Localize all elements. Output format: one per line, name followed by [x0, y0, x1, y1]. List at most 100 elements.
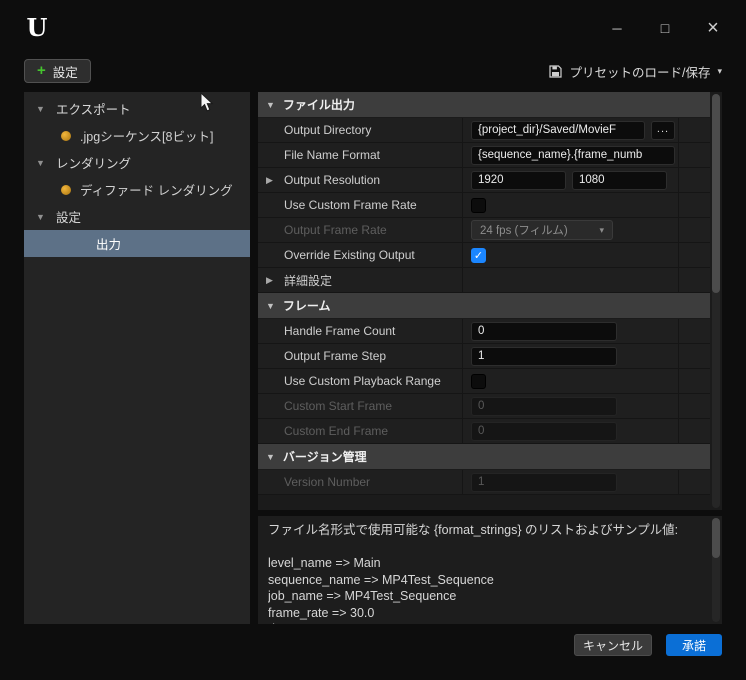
- setting-value: ✓: [462, 243, 678, 267]
- custom-end-frame-input[interactable]: [471, 421, 617, 441]
- custom-start-frame-input[interactable]: [471, 396, 617, 416]
- setting-label: Use Custom Frame Rate: [258, 193, 462, 217]
- enabled-toggle-icon[interactable]: [61, 184, 71, 195]
- info-line: sequence_name => MP4Test_Sequence: [268, 572, 494, 587]
- setting-label-text: Custom Start Frame: [284, 399, 393, 413]
- preset-label: プリセットのロード/保存: [569, 65, 711, 80]
- setting-value: [462, 470, 678, 494]
- save-icon: [549, 64, 563, 78]
- output-frame-rate-dropdown[interactable]: 24 fps (フィルム) ▾: [471, 220, 613, 240]
- triangle-right-icon[interactable]: ▶: [266, 175, 273, 186]
- file-name-format-input[interactable]: [471, 145, 675, 165]
- dropdown-value: 24 fps (フィルム): [480, 225, 568, 237]
- row-end-spacer: [678, 218, 710, 242]
- setting-label-text: 詳細設定: [284, 273, 333, 288]
- triangle-right-icon[interactable]: ▶: [266, 275, 273, 286]
- setting-label: Custom Start Frame: [258, 394, 462, 418]
- setting-label: Override Existing Output: [258, 243, 462, 267]
- preset-load-save-button[interactable]: プリセットのロード/保存 ▾: [549, 62, 722, 81]
- resolution-width-input[interactable]: [471, 170, 566, 190]
- row-end-spacer: [678, 243, 710, 267]
- enabled-toggle-icon[interactable]: [61, 130, 71, 141]
- setting-row-advanced[interactable]: ▶ 詳細設定: [258, 268, 710, 293]
- info-scrollbar[interactable]: [712, 518, 720, 622]
- close-button[interactable]: ×: [704, 18, 722, 38]
- movie-render-settings-window: U ─ □ × + 設定 プリセットのロード/保存 ▾ ▼ エクスポート .jp…: [0, 0, 746, 680]
- setting-row-file-name-format: File Name Format: [258, 143, 710, 168]
- triangle-down-icon: ▼: [266, 451, 275, 462]
- section-header-file-output[interactable]: ▼ ファイル出力: [258, 92, 710, 117]
- setting-label-text: Use Custom Frame Rate: [284, 198, 417, 212]
- handle-frame-count-input[interactable]: [471, 321, 617, 341]
- setting-value: [462, 193, 678, 217]
- row-end-spacer: [678, 143, 710, 167]
- setting-label: Output Frame Rate: [258, 218, 462, 242]
- sidebar-item-deferred-rendering[interactable]: ディファード レンダリング: [24, 176, 250, 203]
- sidebar-group-export[interactable]: ▼ エクスポート: [24, 95, 250, 122]
- setting-label-text: Custom End Frame: [284, 424, 389, 438]
- setting-row-output-directory: Output Directory ...: [258, 118, 710, 143]
- browse-button[interactable]: ...: [651, 120, 675, 140]
- resolution-height-input[interactable]: [572, 170, 667, 190]
- setting-value: ...: [462, 118, 678, 142]
- add-setting-button[interactable]: + 設定: [24, 59, 91, 83]
- row-end-spacer: [678, 470, 710, 494]
- format-strings-info-panel: ファイル名形式で使用可能な {format_strings} のリストおよびサン…: [258, 516, 722, 624]
- setting-label-text: Output Frame Rate: [284, 223, 387, 237]
- sidebar-group-settings[interactable]: ▼ 設定: [24, 203, 250, 230]
- setting-row-use-custom-frame-rate: Use Custom Frame Rate: [258, 193, 710, 218]
- sidebar-group-rendering[interactable]: ▼ レンダリング: [24, 149, 250, 176]
- setting-value: 24 fps (フィルム) ▾: [462, 218, 678, 242]
- setting-value: [462, 369, 678, 393]
- setting-row-use-custom-playback-range: Use Custom Playback Range: [258, 369, 710, 394]
- row-end-spacer: [678, 344, 710, 368]
- sidebar: ▼ エクスポート .jpgシーケンス[8ビット] ▼ レンダリング ディファード…: [24, 92, 250, 624]
- output-frame-step-input[interactable]: [471, 346, 617, 366]
- chevron-down-icon: ▾: [717, 65, 722, 76]
- info-scrollbar-thumb[interactable]: [712, 518, 720, 558]
- output-directory-input[interactable]: [471, 120, 645, 140]
- unreal-logo-icon: U: [26, 13, 48, 42]
- setting-label: Output Directory: [258, 118, 462, 142]
- sidebar-item-label: ディファード レンダリング: [80, 184, 233, 198]
- setting-value: [462, 394, 678, 418]
- window-controls: ─ □ ×: [608, 18, 722, 38]
- section-header-version[interactable]: ▼ バージョン管理: [258, 444, 710, 469]
- maximize-button[interactable]: □: [656, 20, 674, 36]
- use-custom-frame-rate-checkbox[interactable]: [471, 197, 486, 213]
- override-existing-output-checkbox[interactable]: ✓: [471, 247, 486, 263]
- setting-value: [462, 143, 678, 167]
- content: ▼ エクスポート .jpgシーケンス[8ビット] ▼ レンダリング ディファード…: [0, 86, 746, 624]
- info-line: [268, 539, 702, 556]
- setting-label-text: Use Custom Playback Range: [284, 374, 441, 388]
- info-line: ファイル名形式で使用可能な {format_strings} のリストおよびサン…: [268, 523, 679, 537]
- sidebar-item-jpg-sequence[interactable]: .jpgシーケンス[8ビット]: [24, 122, 250, 149]
- setting-label-text: File Name Format: [284, 148, 381, 162]
- settings-scrollbar[interactable]: [712, 94, 720, 508]
- toolbar: + 設定 プリセットのロード/保存 ▾: [0, 56, 746, 86]
- setting-label-text: Handle Frame Count: [284, 324, 396, 338]
- setting-row-custom-start-frame: Custom Start Frame: [258, 394, 710, 419]
- use-custom-playback-range-checkbox[interactable]: [471, 373, 486, 389]
- info-line: level_name => Main: [268, 556, 381, 570]
- sidebar-group-label: エクスポート: [56, 103, 131, 117]
- section-header-frame[interactable]: ▼ フレーム: [258, 293, 710, 318]
- section-title: ファイル出力: [282, 98, 355, 112]
- row-end-spacer: [678, 319, 710, 343]
- row-end-spacer: [678, 369, 710, 393]
- setting-value: [462, 319, 678, 343]
- version-number-input[interactable]: [471, 472, 617, 492]
- accept-button[interactable]: 承諾: [666, 634, 722, 656]
- setting-label: Version Number: [258, 470, 462, 494]
- plus-icon: +: [37, 62, 46, 79]
- sidebar-item-label: .jpgシーケンス[8ビット]: [80, 130, 214, 144]
- setting-label: Output Frame Step: [258, 344, 462, 368]
- row-end-spacer: [678, 268, 710, 292]
- section-title: フレーム: [282, 299, 331, 313]
- minimize-button[interactable]: ─: [608, 21, 626, 36]
- setting-row-output-frame-rate: Output Frame Rate 24 fps (フィルム) ▾: [258, 218, 710, 243]
- sidebar-item-output[interactable]: 出力: [24, 230, 250, 257]
- setting-label: Custom End Frame: [258, 419, 462, 443]
- cancel-button[interactable]: キャンセル: [574, 634, 652, 656]
- settings-scrollbar-thumb[interactable]: [712, 94, 720, 293]
